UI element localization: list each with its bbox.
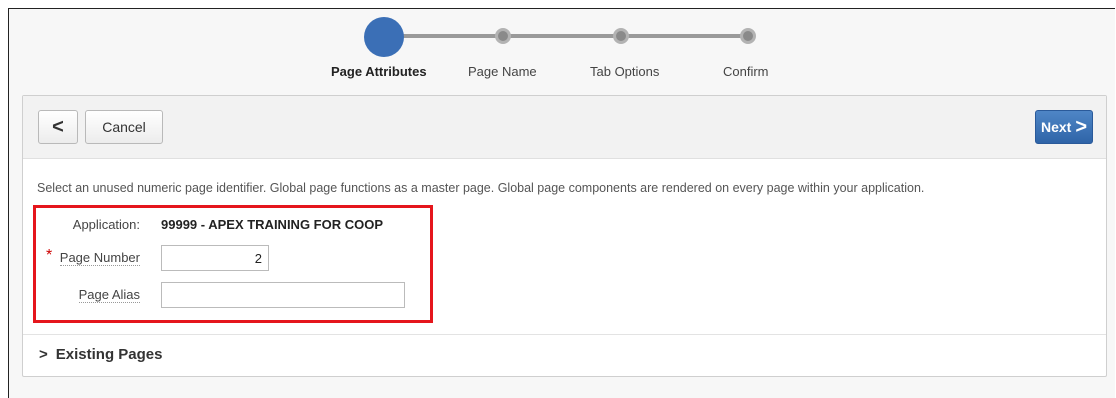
highlight-box xyxy=(33,205,433,323)
wizard-toolbar: < Cancel Next > xyxy=(23,96,1106,159)
step-label-page-name: Page Name xyxy=(468,64,537,79)
previous-button[interactable]: < xyxy=(38,110,78,144)
existing-pages-toggle[interactable]: > Existing Pages xyxy=(39,346,162,363)
step-dot-page-attributes xyxy=(364,17,404,57)
step-dot-confirm xyxy=(740,28,756,44)
existing-pages-label: Existing Pages xyxy=(55,346,163,363)
next-button-label: Next xyxy=(1040,119,1072,135)
step-label-confirm: Confirm xyxy=(723,64,769,79)
existing-pages-region[interactable]: > Existing Pages xyxy=(23,334,1106,377)
chevron-left-icon: < xyxy=(52,116,64,138)
chevron-right-icon: > xyxy=(39,346,48,363)
wizard-progress: Page Attributes Page Name Tab Options Co… xyxy=(0,0,1116,95)
next-button[interactable]: Next > xyxy=(1035,110,1093,144)
step-label-page-attributes: Page Attributes xyxy=(331,64,427,79)
chevron-right-icon: > xyxy=(1075,116,1088,138)
step-dot-tab-options xyxy=(613,28,629,44)
cancel-button[interactable]: Cancel xyxy=(85,110,163,144)
step-dot-page-name xyxy=(495,28,511,44)
help-text: Select an unused numeric page identifier… xyxy=(37,181,925,195)
step-label-tab-options: Tab Options xyxy=(590,64,660,79)
wizard-track xyxy=(385,34,750,38)
